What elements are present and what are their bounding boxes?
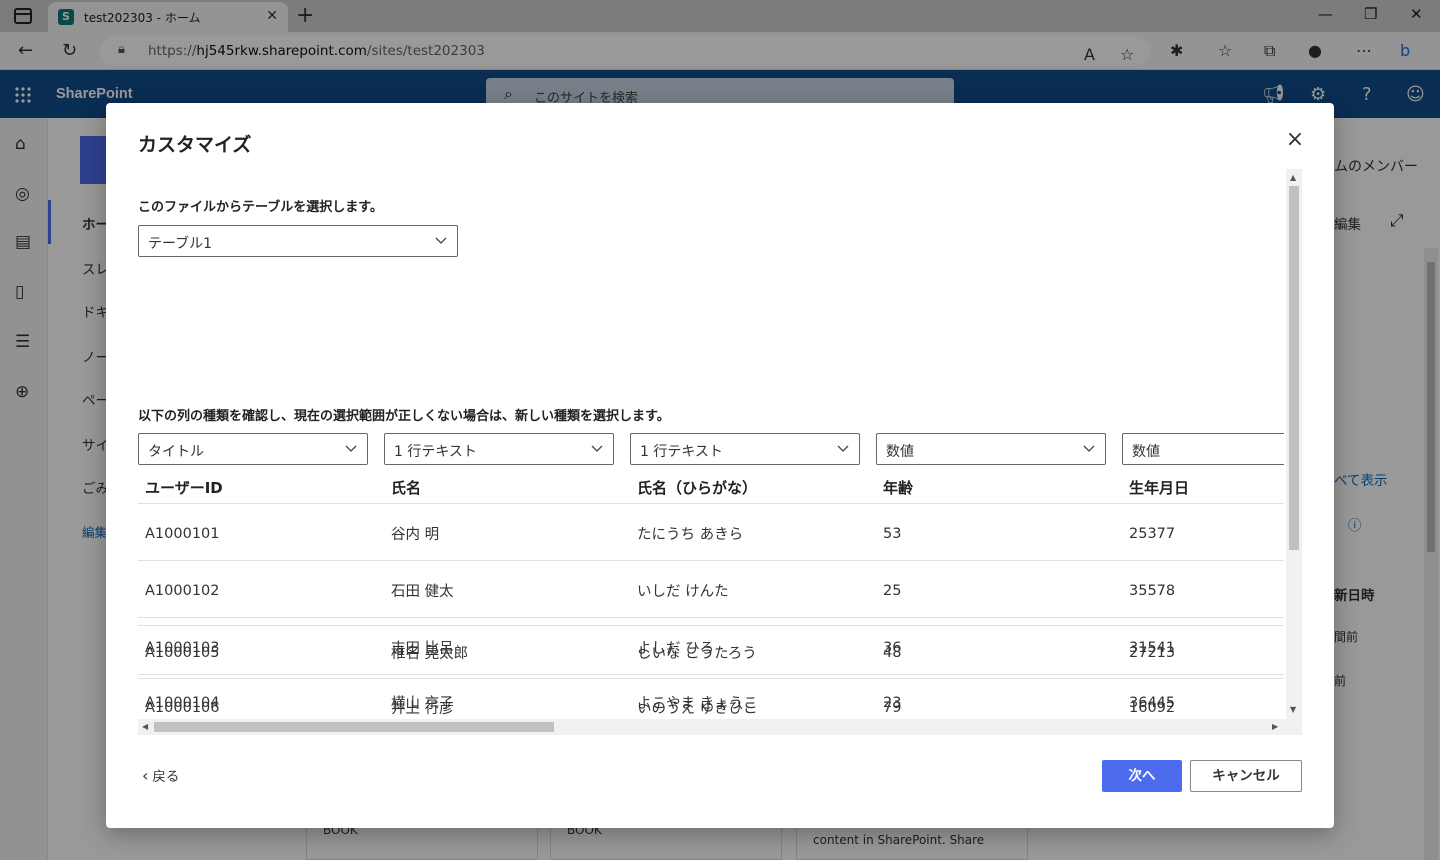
table-select-label: このファイルからテーブルを選択します。 [138,200,383,215]
divider [138,625,1284,626]
customize-dialog: カスタマイズ × このファイルからテーブルを選択します。 テーブル1 以下の列の… [106,103,1334,828]
table-cell: 椎名 晃太郎 [391,646,469,662]
table-cell: A1000106 [145,700,220,716]
back-button[interactable]: ‹ 戻る [142,765,179,785]
cancel-button[interactable]: キャンセル [1190,760,1302,792]
next-button[interactable]: 次へ [1102,760,1182,792]
table-select-dropdown[interactable]: テーブル1 [138,225,458,257]
table-cell: A1000105 [145,645,220,661]
column-types-label: 以下の列の種類を確認し、現在の選択範囲が正しくない場合は、新しい種類を選択します… [138,409,670,424]
table-rows-continued: A1000105 椎名 晃太郎 しいな こうたろう 48 27213 A1000… [138,433,1284,735]
table-cell: 16092 [1129,700,1176,716]
table-cell: しいな こうたろう [637,646,757,662]
table-cell: 79 [883,700,902,716]
close-icon[interactable]: × [1284,129,1306,151]
chevron-down-icon [434,233,448,247]
dialog-title: カスタマイズ [138,134,252,156]
table-cell: いのうえ ゆきひこ [637,701,758,717]
chevron-left-icon: ‹ [142,766,149,785]
table-cell: 井上 行彦 [391,701,454,717]
table-cell: 48 [883,645,902,661]
divider [138,678,1284,679]
table-cell: 27213 [1129,645,1176,661]
table-select-value: テーブル1 [148,236,213,252]
